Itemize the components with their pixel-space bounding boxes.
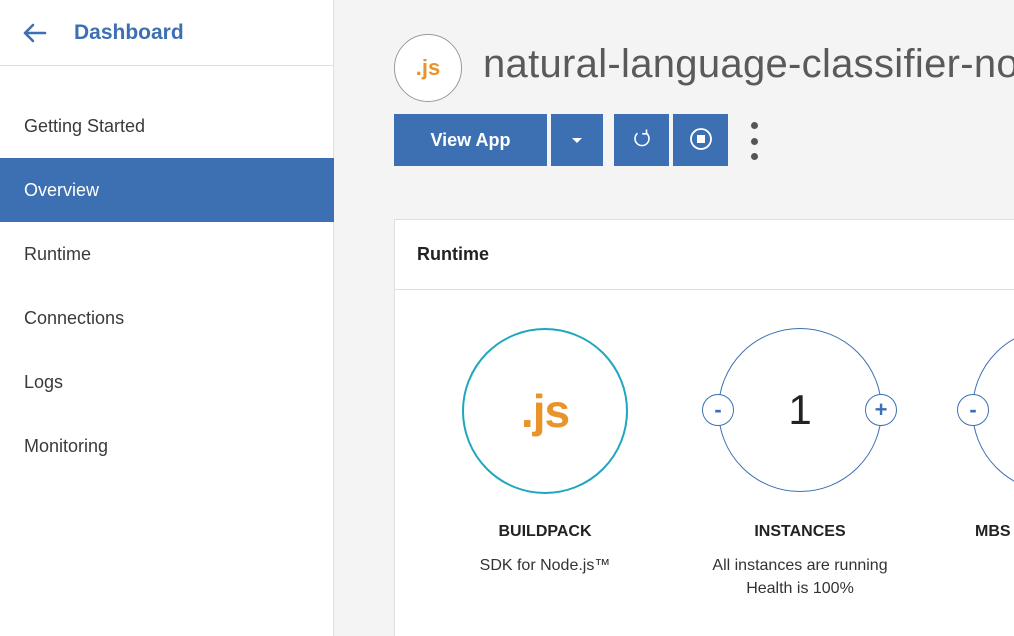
buildpack-value: SDK for Node.js™: [479, 557, 611, 574]
instances-status: All instances are running Health is 100%: [680, 554, 920, 600]
increase-instances-button[interactable]: +: [865, 394, 897, 426]
caret-down-icon: [571, 133, 583, 148]
instances-status-line-2: Health is 100%: [746, 580, 854, 597]
decrease-memory-button[interactable]: -: [957, 394, 989, 426]
restart-icon: [631, 128, 653, 153]
stop-icon: [689, 127, 713, 154]
sidebar-item-monitoring[interactable]: Monitoring: [0, 414, 334, 478]
sidebar-item-connections[interactable]: Connections: [0, 286, 334, 350]
app-name: natural-language-classifier-no: [483, 42, 1014, 86]
runtime-panel-header: Runtime: [395, 220, 1014, 290]
instances-count: 1: [788, 386, 812, 433]
restart-button[interactable]: [614, 114, 669, 166]
stop-button[interactable]: [673, 114, 728, 166]
dashboard-link[interactable]: Dashboard: [74, 21, 184, 45]
app-logo-text: .js: [415, 55, 441, 80]
runtime-panel-title: Runtime: [417, 244, 489, 264]
memory-label: MBS: [975, 523, 1011, 540]
sidebar-item-overview[interactable]: Overview: [0, 158, 334, 222]
sidebar-header: Dashboard: [0, 0, 333, 66]
sidebar-item-runtime[interactable]: Runtime: [0, 222, 334, 286]
buildpack-logo-text: .js: [520, 385, 570, 437]
buildpack-circle: .js: [462, 328, 628, 494]
instances-circle: 1: [718, 328, 882, 492]
sidebar: Dashboard Getting Started Overview Runti…: [0, 0, 334, 636]
main-content: .js natural-language-classifier-no View …: [335, 0, 1014, 636]
instances-status-line-1: All instances are running: [712, 557, 888, 574]
arrow-left-icon[interactable]: [22, 20, 48, 46]
more-vertical-icon[interactable]: [744, 122, 764, 160]
sidebar-nav: Getting Started Overview Runtime Connect…: [0, 94, 334, 478]
sidebar-item-logs[interactable]: Logs: [0, 350, 334, 414]
decrease-instances-button[interactable]: -: [702, 394, 734, 426]
buildpack-label: BUILDPACK: [498, 523, 592, 540]
instances-label: INSTANCES: [754, 523, 846, 540]
view-app-dropdown-button[interactable]: [551, 114, 603, 166]
sidebar-item-getting-started[interactable]: Getting Started: [0, 94, 334, 158]
app-logo: .js: [394, 34, 462, 102]
view-app-button[interactable]: View App: [394, 114, 547, 166]
runtime-panel: Runtime .js BUILDPACK SDK for Node.js™ 1…: [394, 219, 1014, 636]
